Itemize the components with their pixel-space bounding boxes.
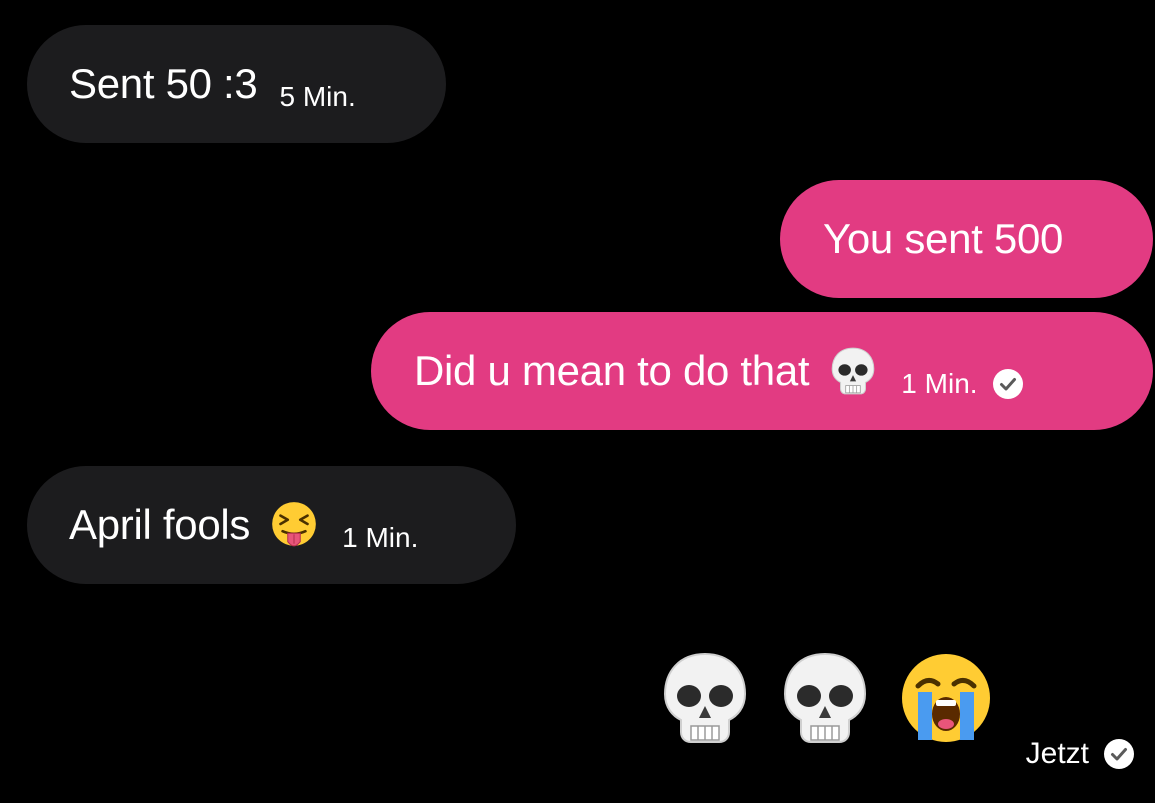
message-text: Did u mean to do that [414, 347, 810, 394]
message-timestamp: 1 Min. [901, 368, 978, 399]
skull-icon [827, 345, 879, 397]
message-text: April fools [69, 501, 251, 548]
message-status: Jetzt [1026, 737, 1135, 771]
message-text: You sent 500 [823, 215, 1064, 262]
message-bubble-outgoing[interactable]: Did u mean to do that 1 Min. [371, 312, 1153, 430]
message-bubble-incoming[interactable]: Sent 50 :3 5 Min. [27, 25, 446, 143]
message-timestamp: 5 Min. [279, 81, 356, 112]
skull-icon [775, 648, 875, 748]
message-bubble-outgoing[interactable]: You sent 500 [780, 180, 1153, 298]
check-circle-icon [992, 368, 1024, 400]
check-circle-icon [1103, 738, 1135, 770]
status-text: Jetzt [1025, 737, 1089, 770]
skull-icon [655, 648, 755, 748]
loudly-crying-face-icon [896, 648, 996, 748]
message-text: Sent 50 :3 [69, 60, 258, 107]
message-bubble-incoming[interactable]: April fools 1 Min. [27, 466, 516, 584]
squinting-tongue-face-icon [268, 499, 320, 551]
message-timestamp: 1 Min. [342, 522, 419, 553]
